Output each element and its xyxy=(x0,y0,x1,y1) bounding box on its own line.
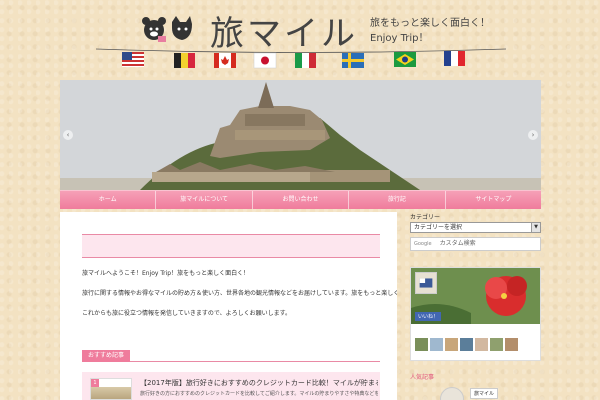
intro-text: 旅マイルへようこそ！Enjoy Trip！旅をもっと楽しく面白く！ xyxy=(82,270,250,277)
post-thumbnail[interactable]: 1 xyxy=(90,378,132,400)
profile-chip[interactable]: 旅マイル xyxy=(470,388,499,399)
hero-prev-button[interactable]: ‹ xyxy=(63,130,73,140)
category-select-value: カテゴリーを選択 xyxy=(414,224,463,231)
description-text-2: これからも旅に役立つ情報を発信していきますので、よろしくお願いします。 xyxy=(82,310,291,317)
page-avatar xyxy=(415,272,437,294)
section-tag: おすすめ記事 xyxy=(82,350,131,362)
rank-badge: 1 xyxy=(91,379,99,387)
category-heading: カテゴリー xyxy=(410,214,441,221)
site-tagline-en: Enjoy Trip！ xyxy=(370,33,429,44)
sidebar: カテゴリー カテゴリーを選択 ▼ Google カスタム検索 いいね！ 人気記事… xyxy=(410,212,541,400)
japan-flag-icon xyxy=(253,52,277,69)
sweden-flag-icon xyxy=(342,53,364,68)
search-input[interactable]: Google カスタム検索 xyxy=(410,237,541,251)
usa-flag-icon xyxy=(122,52,144,67)
post-excerpt: 旅行好きの方におすすめのクレジットカードを比較してご紹介します。マイルの貯まりや… xyxy=(140,391,378,397)
italy-flag-icon xyxy=(295,53,316,68)
hero-slider[interactable]: ‹ › xyxy=(60,80,541,190)
nav-item-about[interactable]: 旅マイルについて xyxy=(156,191,253,209)
profile-avatar[interactable] xyxy=(440,387,464,400)
fb-like-button[interactable]: いいね！ xyxy=(415,312,442,321)
google-label: Google xyxy=(414,241,432,247)
search-placeholder: カスタム検索 xyxy=(439,240,476,247)
flag-garland xyxy=(96,48,506,69)
belgium-flag-icon xyxy=(174,53,195,68)
main-content: 旅マイルへようこそ！Enjoy Trip！旅をもっと楽しく面白く！ 旅行に関する… xyxy=(60,212,397,400)
category-select[interactable]: カテゴリーを選択 ▼ xyxy=(410,222,541,233)
site-tagline: 旅をもっと楽しく面白く！ xyxy=(370,18,490,29)
nav-item-travelogue[interactable]: 旅行記 xyxy=(349,191,446,209)
post-card[interactable]: 1 【2017年版】旅行好きにおすすめのクレジットカード比較！マイルが貯まるカー… xyxy=(82,372,380,400)
bear-cat-mascot-icon xyxy=(142,16,192,42)
welcome-banner xyxy=(82,234,380,258)
chevron-down-icon: ▼ xyxy=(531,223,540,232)
nav-item-home[interactable]: ホーム xyxy=(60,191,157,209)
fb-friend-thumbs xyxy=(415,338,518,351)
france-flag-icon xyxy=(444,51,465,66)
mont-saint-michel-photo xyxy=(60,80,541,190)
canada-flag-icon xyxy=(214,53,236,68)
nav-item-sitemap[interactable]: サイトマップ xyxy=(446,191,541,209)
post-title-link[interactable]: 【2017年版】旅行好きにおすすめのクレジットカード比較！マイルが貯まるカードは… xyxy=(140,378,378,388)
brazil-flag-icon xyxy=(394,52,416,67)
facebook-page-widget[interactable]: いいね！ xyxy=(410,267,541,361)
main-nav: ホーム 旅マイルについて お問い合わせ 旅行記 サイトマップ xyxy=(60,190,541,209)
description-text-1: 旅行に関する情報やお得なマイルの貯め方＆使い方、世界各地の観光情報などをお届けし… xyxy=(82,290,397,297)
nav-item-contact[interactable]: お問い合わせ xyxy=(253,191,350,209)
site-header: 旅マイル 旅をもっと楽しく面白く！ Enjoy Trip！ xyxy=(0,0,600,78)
hero-next-button[interactable]: › xyxy=(528,130,538,140)
popular-heading: 人気記事 xyxy=(410,374,435,381)
recommended-section-header: おすすめ記事 xyxy=(82,350,380,362)
